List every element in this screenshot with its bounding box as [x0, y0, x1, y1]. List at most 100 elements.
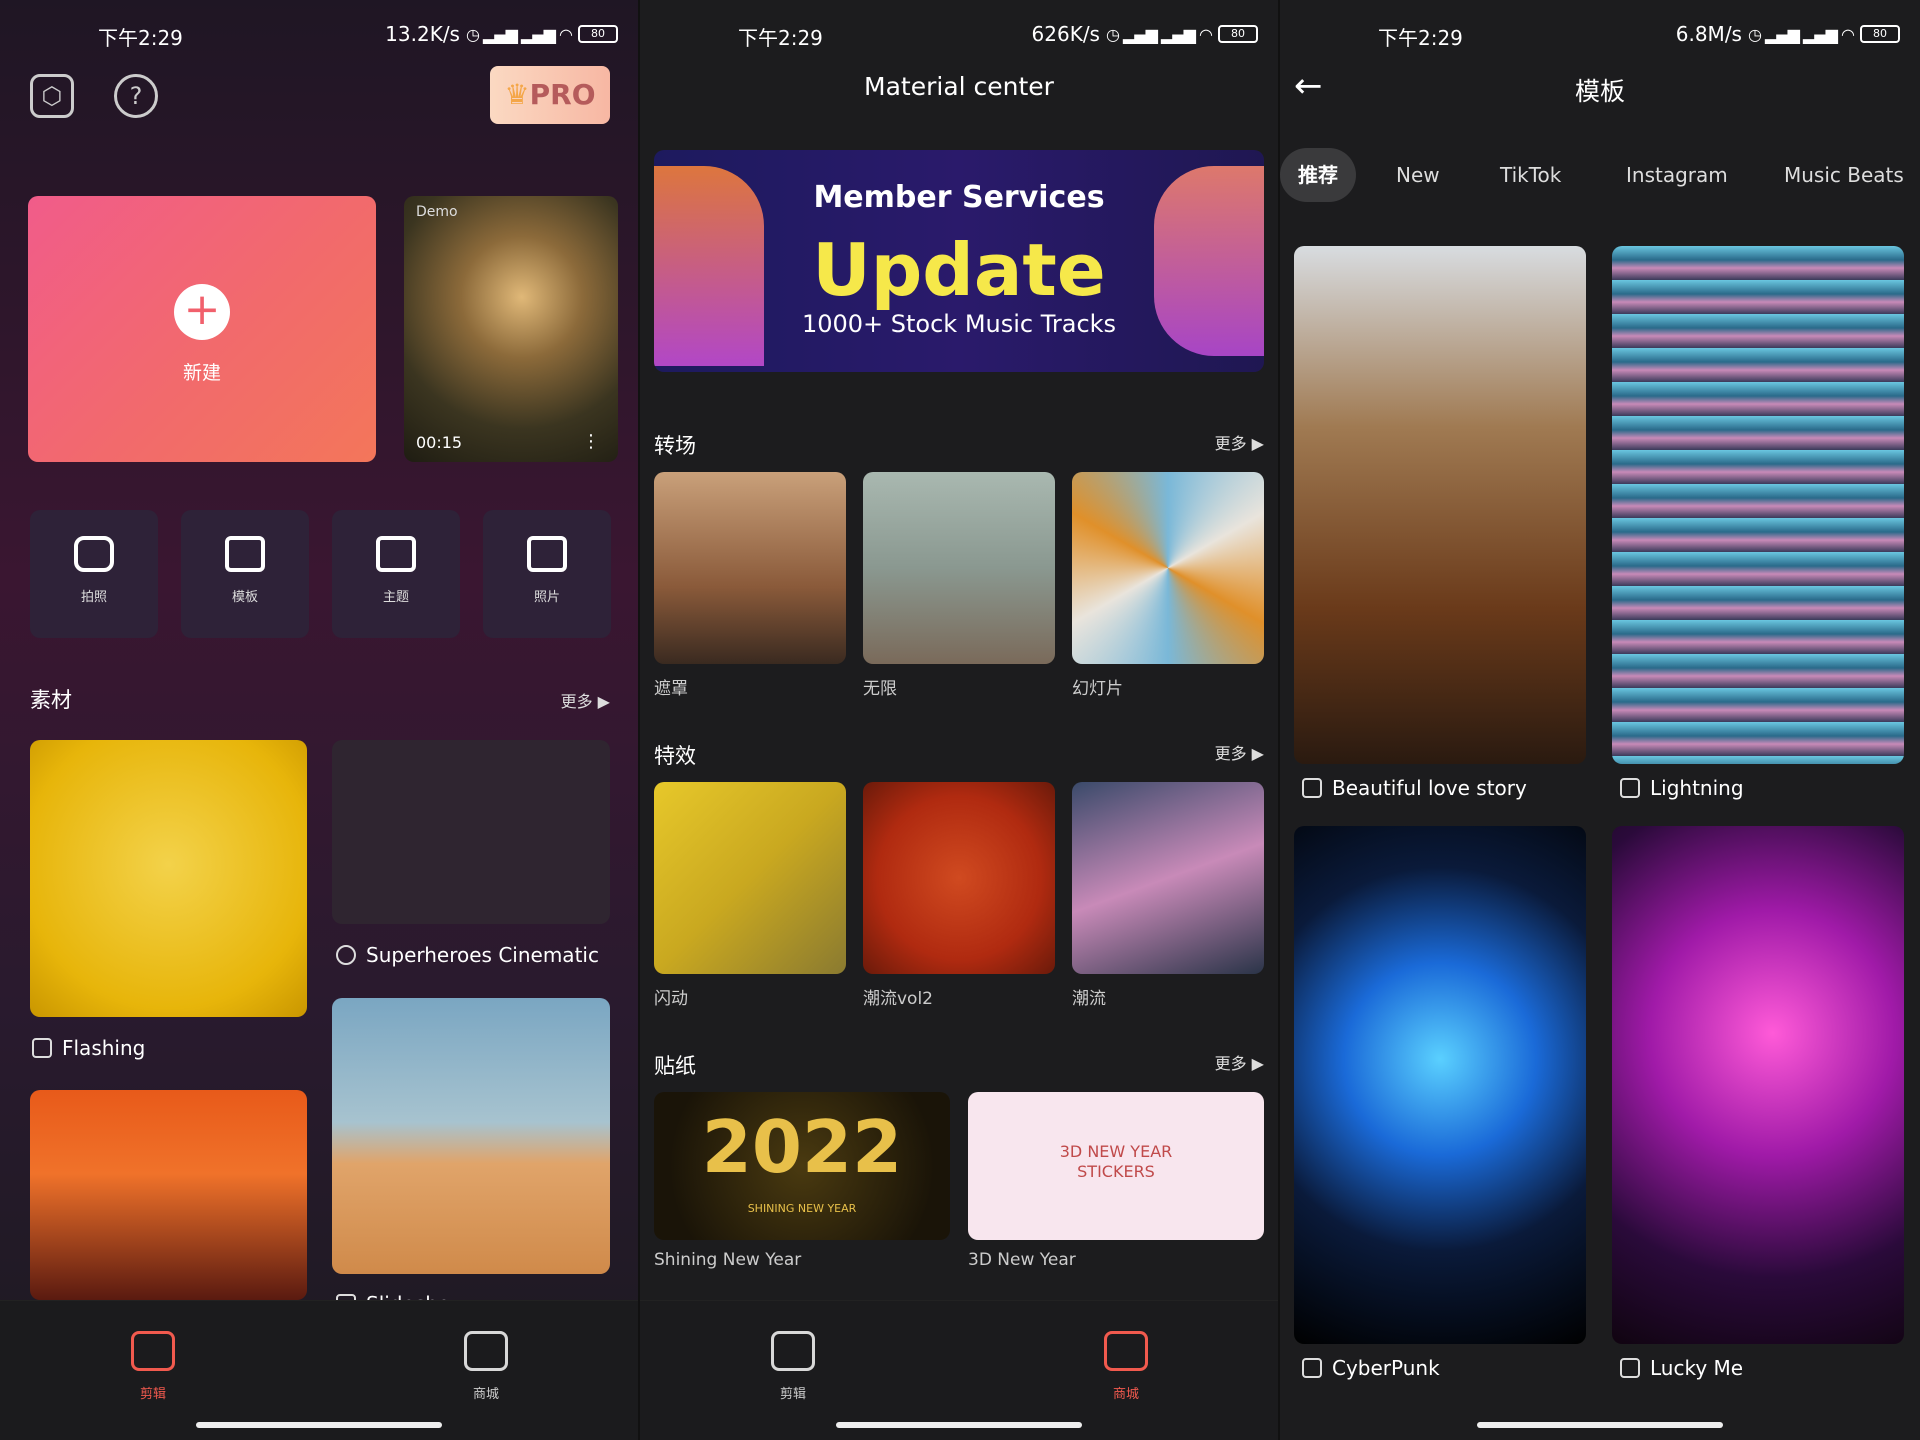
- template-thumbnail[interactable]: [1612, 246, 1904, 764]
- thumbnail-label: 闪动: [654, 989, 688, 1009]
- material-thumbnail[interactable]: [332, 740, 610, 924]
- home-indicator[interactable]: [196, 1422, 442, 1428]
- nav-label: 商城: [472, 1387, 499, 1402]
- battery-icon: 80: [1860, 25, 1900, 43]
- effect-thumbnail[interactable]: [1072, 782, 1264, 974]
- template-icon: [225, 536, 265, 572]
- home-indicator[interactable]: [836, 1422, 1082, 1428]
- home-screen: 下午2:29 13.2K/s ◷ ▂▄▆ ▂▄▆ ◠ 80 ⬡ ? ♛PRO +…: [0, 0, 638, 1440]
- status-bar: 下午2:29 626K/s ◷ ▂▄▆ ▂▄▆ ◠ 80: [640, 18, 1278, 54]
- quick-label: 模板: [231, 590, 258, 605]
- material-caption[interactable]: Flashing: [32, 1036, 145, 1060]
- status-bar: 下午2:29 6.8M/s ◷ ▂▄▆ ▂▄▆ ◠ 80: [1280, 18, 1920, 54]
- nav-edit[interactable]: 剪辑: [723, 1331, 863, 1402]
- template-caption[interactable]: Beautiful love story: [1302, 776, 1527, 800]
- template-caption[interactable]: Lightning: [1620, 776, 1744, 800]
- material-thumbnail[interactable]: [30, 740, 307, 1017]
- status-bar: 下午2:29 13.2K/s ◷ ▂▄▆ ▂▄▆ ◠ 80: [0, 18, 638, 54]
- nav-store[interactable]: 商城: [416, 1331, 556, 1402]
- template-name: Lightning: [1650, 776, 1744, 800]
- status-time: 下午2:29: [1378, 26, 1463, 50]
- sticker-year: 2022: [701, 1105, 903, 1189]
- category-tabs: 推荐 New TikTok Instagram Music Beats: [1280, 148, 1920, 202]
- new-project-label: 新建: [182, 362, 221, 384]
- thumbnail-label: 潮流vol2: [863, 989, 934, 1009]
- help-icon[interactable]: ?: [114, 74, 158, 118]
- new-project-button[interactable]: + 新建: [28, 196, 376, 462]
- sticker-thumbnail[interactable]: 3D NEW YEAR STICKERS: [968, 1092, 1264, 1240]
- section-title: 贴纸: [654, 1054, 696, 1078]
- promo-banner[interactable]: Member Services Update 1000+ Stock Music…: [654, 150, 1264, 372]
- material-center-screen: 下午2:29 626K/s ◷ ▂▄▆ ▂▄▆ ◠ 80 Material ce…: [640, 0, 1278, 1440]
- thumbnail-label: 无限: [863, 679, 897, 699]
- tab-instagram[interactable]: Instagram: [1626, 148, 1728, 202]
- nav-label: 商城: [1112, 1387, 1139, 1402]
- page-title: Material center: [864, 72, 1054, 101]
- bottom-nav: 剪辑 商城: [640, 1300, 1278, 1440]
- pro-button[interactable]: ♛PRO: [490, 66, 610, 124]
- materials-more-link[interactable]: 更多 ▶: [561, 688, 610, 712]
- thumbnail-label: 3D New Year: [968, 1250, 1076, 1270]
- transition-thumbnail[interactable]: [654, 472, 846, 664]
- quick-label: 照片: [533, 590, 560, 605]
- material-caption[interactable]: Superheroes Cinematic: [336, 943, 599, 967]
- section-more-link[interactable]: 更多 ▶: [1215, 740, 1264, 764]
- crown-icon: ♛: [504, 78, 530, 111]
- section-more-link[interactable]: 更多 ▶: [1215, 430, 1264, 454]
- quick-camera[interactable]: 拍照: [30, 510, 158, 638]
- section-title: 特效: [654, 744, 696, 768]
- effect-thumbnail[interactable]: [654, 782, 846, 974]
- page-title: 模板: [1574, 77, 1625, 106]
- quick-photo[interactable]: 照片: [483, 510, 611, 638]
- template-caption[interactable]: Lucky Me: [1620, 1356, 1743, 1380]
- quick-label: 主题: [382, 590, 409, 605]
- video-icon: [1620, 778, 1640, 798]
- video-icon: [1620, 1358, 1640, 1378]
- template-name: Lucky Me: [1650, 1356, 1744, 1380]
- quick-theme[interactable]: 主题: [332, 510, 460, 638]
- more-options-icon[interactable]: ⋮: [582, 431, 600, 452]
- thumbnail-label: 潮流: [1072, 989, 1106, 1009]
- tab-recommended[interactable]: 推荐: [1280, 148, 1356, 202]
- nav-label: 剪辑: [779, 1387, 806, 1402]
- template-caption[interactable]: CyberPunk: [1302, 1356, 1440, 1380]
- material-name: Flashing: [62, 1036, 146, 1060]
- home-indicator[interactable]: [1477, 1422, 1723, 1428]
- settings-icon[interactable]: ⬡: [30, 74, 74, 118]
- battery-icon: 80: [578, 25, 618, 43]
- nav-store[interactable]: 商城: [1056, 1331, 1196, 1402]
- battery-icon: 80: [1218, 25, 1258, 43]
- template-name: CyberPunk: [1332, 1356, 1440, 1380]
- theme-icon: [376, 536, 416, 572]
- template-thumbnail[interactable]: [1294, 246, 1586, 764]
- effect-thumbnail[interactable]: [863, 782, 1055, 974]
- sticker-thumbnail[interactable]: 2022 SHINING NEW YEAR: [654, 1092, 950, 1240]
- clapper-icon: [771, 1331, 815, 1371]
- photo-icon: [527, 536, 567, 572]
- material-thumbnail[interactable]: [332, 998, 610, 1274]
- status-time: 下午2:29: [98, 26, 183, 50]
- signal-icon: ◷ ▂▄▆ ▂▄▆ ◠: [1747, 24, 1855, 44]
- nav-edit[interactable]: 剪辑: [83, 1331, 223, 1402]
- tab-music-beats[interactable]: Music Beats: [1784, 148, 1904, 202]
- section-more-link[interactable]: 更多 ▶: [1215, 1050, 1264, 1074]
- banner-line2: Update: [812, 228, 1106, 312]
- demo-video-card[interactable]: Demo 00:15 ⋮: [404, 196, 618, 462]
- video-icon: [1302, 778, 1322, 798]
- sticker-title: 3D NEW YEAR STICKERS: [1059, 1142, 1173, 1181]
- quick-template[interactable]: 模板: [181, 510, 309, 638]
- transition-thumbnail[interactable]: [863, 472, 1055, 664]
- bottom-nav: 剪辑 商城: [0, 1300, 638, 1440]
- template-thumbnail[interactable]: [1612, 826, 1904, 1344]
- template-thumbnail[interactable]: [1294, 826, 1586, 1344]
- banner-line1: Member Services: [813, 180, 1105, 215]
- tab-tiktok[interactable]: TikTok: [1500, 148, 1561, 202]
- material-thumbnail[interactable]: [30, 1090, 307, 1300]
- demo-duration: 00:15: [416, 433, 463, 452]
- demo-tag: Demo: [416, 204, 458, 220]
- thumbnail-label: 遮罩: [654, 679, 688, 699]
- status-time: 下午2:29: [738, 26, 823, 50]
- transition-thumbnail[interactable]: [1072, 472, 1264, 664]
- emoji-icon: [336, 945, 356, 965]
- tab-new[interactable]: New: [1396, 148, 1440, 202]
